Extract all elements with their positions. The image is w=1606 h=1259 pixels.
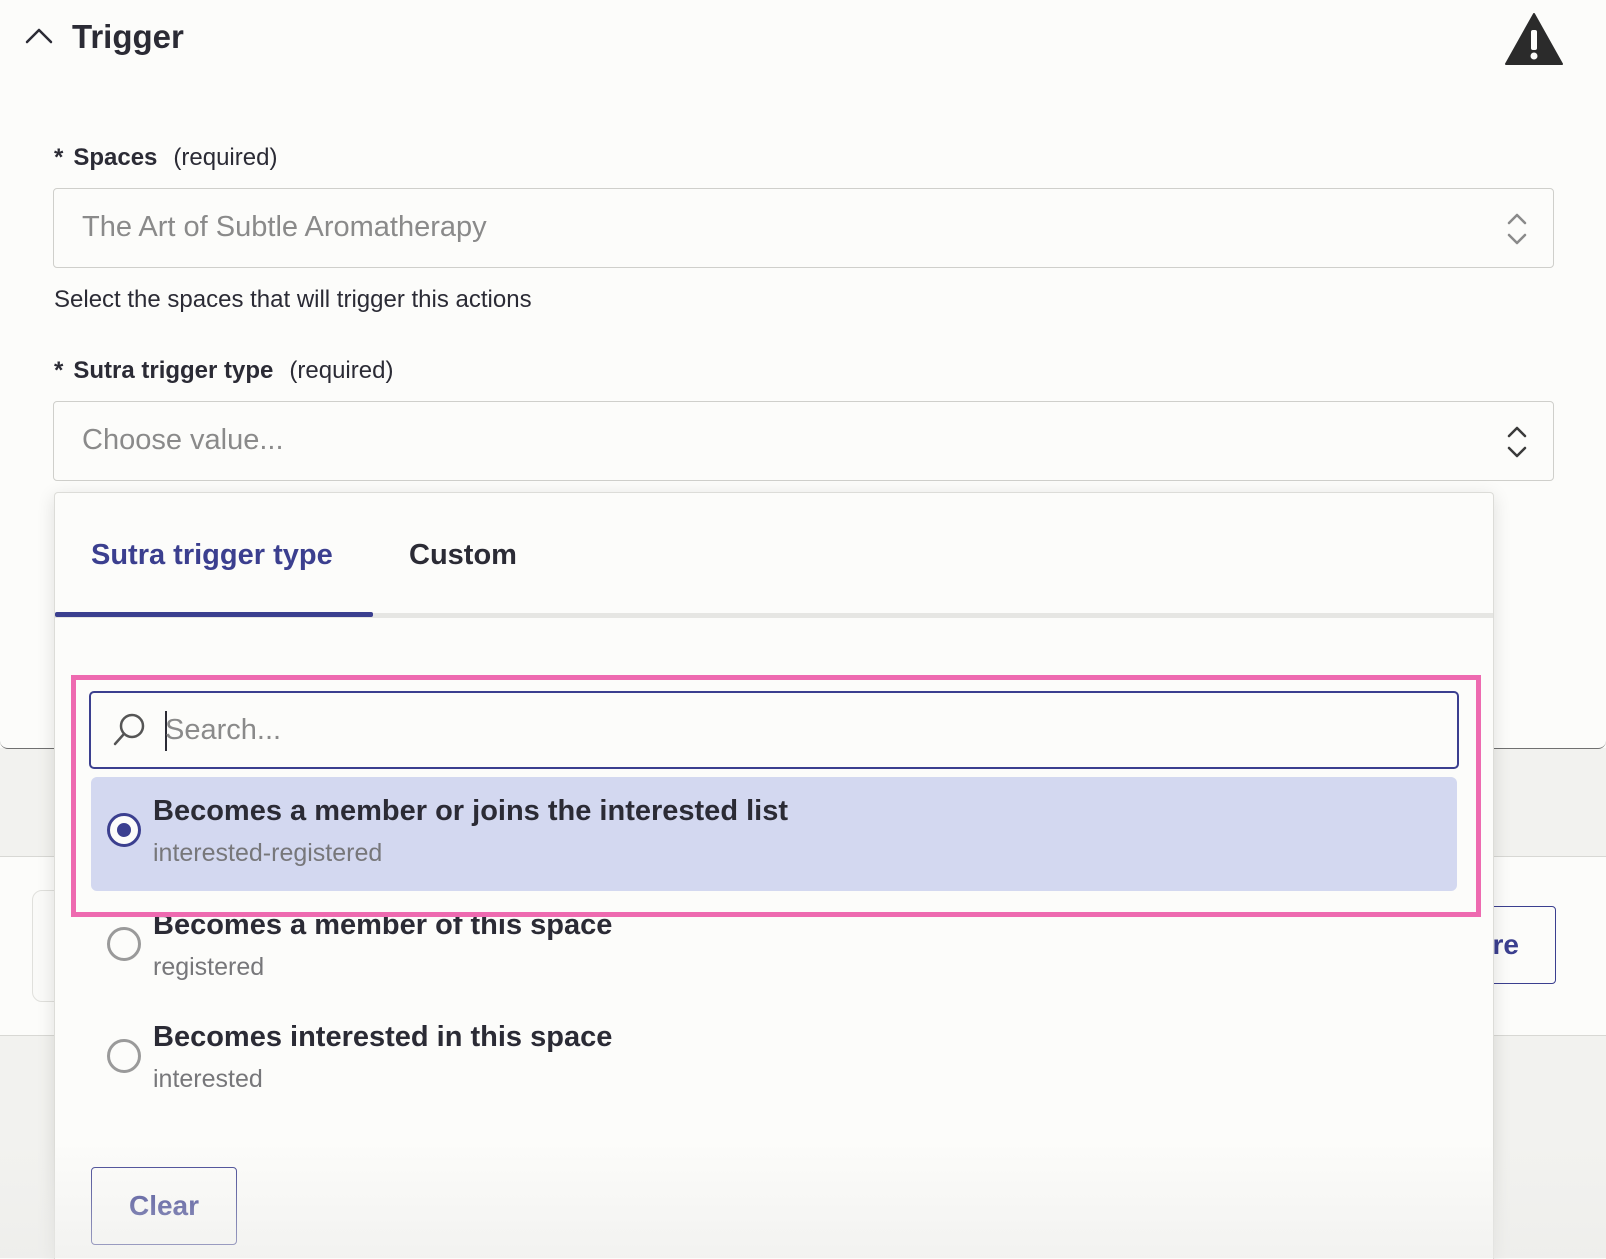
required-text: (required) <box>173 144 278 171</box>
select-updown-icon <box>1507 213 1527 245</box>
section-title: Trigger <box>72 18 184 55</box>
spaces-help-text: Select the spaces that will trigger this… <box>54 286 532 313</box>
tab-custom[interactable]: Custom <box>409 539 517 572</box>
clear-button[interactable]: Clear <box>91 1167 237 1245</box>
tab-sutra-trigger-type[interactable]: Sutra trigger type <box>91 539 333 572</box>
radio-button[interactable] <box>107 1039 141 1073</box>
option-title: Becomes interested in this space <box>153 1021 613 1053</box>
select-updown-icon <box>1507 426 1527 458</box>
option-value: registered <box>153 953 265 981</box>
trigger-type-label-text: Sutra trigger type <box>73 357 274 384</box>
trigger-type-placeholder: Choose value... <box>82 424 284 456</box>
required-marker: * <box>54 357 64 384</box>
option-interested[interactable]: Becomes interested in this space interes… <box>91 1003 1457 1117</box>
annotation-highlight-box <box>71 675 1481 917</box>
section-header[interactable]: Trigger <box>24 18 184 56</box>
spaces-select-value: The Art of Subtle Aromatherapy <box>82 211 487 243</box>
background-button-label: re <box>1492 929 1519 960</box>
chevron-up-icon[interactable] <box>24 22 54 52</box>
spaces-select[interactable]: The Art of Subtle Aromatherapy <box>53 188 1554 268</box>
dropdown-tabs: Sutra trigger type Custom <box>55 493 1493 619</box>
spaces-label: * Spaces (required) <box>54 144 277 172</box>
option-value: interested <box>153 1065 263 1093</box>
active-tab-indicator <box>55 612 373 617</box>
radio-button[interactable] <box>107 927 141 961</box>
spaces-label-text: Spaces <box>73 144 158 171</box>
warning-triangle-icon <box>1505 13 1563 65</box>
trigger-type-select[interactable]: Choose value... <box>53 401 1554 481</box>
required-marker: * <box>54 144 64 171</box>
trigger-type-dropdown: Sutra trigger type Custom Becomes a memb… <box>54 492 1494 1259</box>
required-text: (required) <box>289 357 394 384</box>
trigger-type-label: * Sutra trigger type (required) <box>54 357 393 385</box>
